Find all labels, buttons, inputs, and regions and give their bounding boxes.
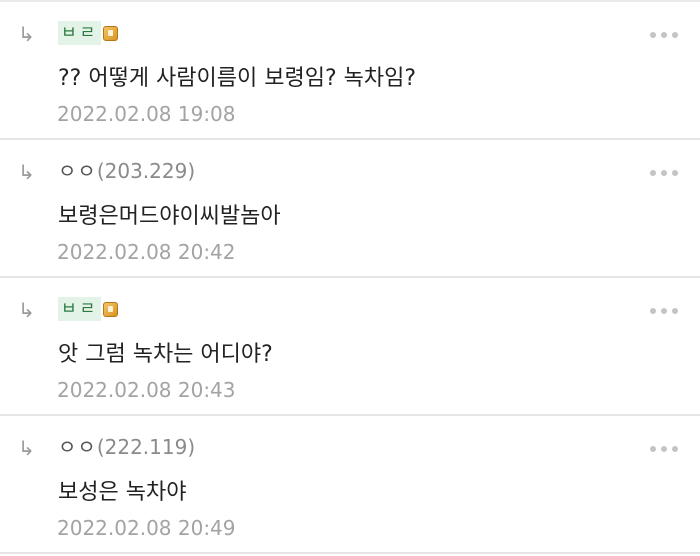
comment-author[interactable]: ㅂㄹ <box>58 20 119 46</box>
reply-arrow-icon: ↳ <box>18 436 35 460</box>
author-nickname: ㅇㅇ <box>58 159 97 183</box>
author-nickname[interactable]: ㅂㄹ <box>58 297 102 321</box>
comment-text: 보성은 녹차야 <box>58 480 187 505</box>
comment-item: ↳ ㅇㅇ (203.229) 보령은머드야이씨발놈아 2022.02.08 20… <box>0 140 700 278</box>
comment-date: 2022.02.08 19:08 <box>57 102 236 126</box>
member-level-badge-icon <box>103 301 119 317</box>
comment-date: 2022.02.08 20:43 <box>57 378 236 402</box>
reply-arrow-icon: ↳ <box>18 160 35 184</box>
comment-item: ↳ ㅂㄹ 앗 그럼 녹차는 어디야? 2022.02.08 20:43 <box>0 278 700 416</box>
comment-text: ?? 어떻게 사람이름이 보령임? 녹차임? <box>58 66 417 91</box>
more-options-icon[interactable] <box>650 308 678 314</box>
author-nickname: ㅇㅇ <box>58 435 97 459</box>
comment-text: 보령은머드야이씨발놈아 <box>58 204 281 229</box>
comment-date: 2022.02.08 20:42 <box>57 240 236 264</box>
comment-author[interactable]: ㅂㄹ <box>58 296 119 322</box>
reply-arrow-icon: ↳ <box>18 298 35 322</box>
more-options-icon[interactable] <box>650 170 678 176</box>
author-ip: (222.119) <box>96 435 196 459</box>
member-level-badge-icon <box>103 25 119 41</box>
comment-text: 앗 그럼 녹차는 어디야? <box>58 342 273 367</box>
more-options-icon[interactable] <box>650 32 678 38</box>
comment-date: 2022.02.08 20:49 <box>57 516 236 540</box>
reply-arrow-icon: ↳ <box>18 22 35 46</box>
author-nickname[interactable]: ㅂㄹ <box>58 21 102 45</box>
comment-author: ㅇㅇ (222.119) <box>58 434 195 460</box>
more-options-icon[interactable] <box>650 446 678 452</box>
comment-author: ㅇㅇ (203.229) <box>58 158 195 184</box>
comment-item: ↳ ㅂㄹ ?? 어떻게 사람이름이 보령임? 녹차임? 2022.02.08 1… <box>0 2 700 140</box>
comment-item: ↳ ㅇㅇ (222.119) 보성은 녹차야 2022.02.08 20:49 <box>0 416 700 554</box>
author-ip: (203.229) <box>96 159 196 183</box>
